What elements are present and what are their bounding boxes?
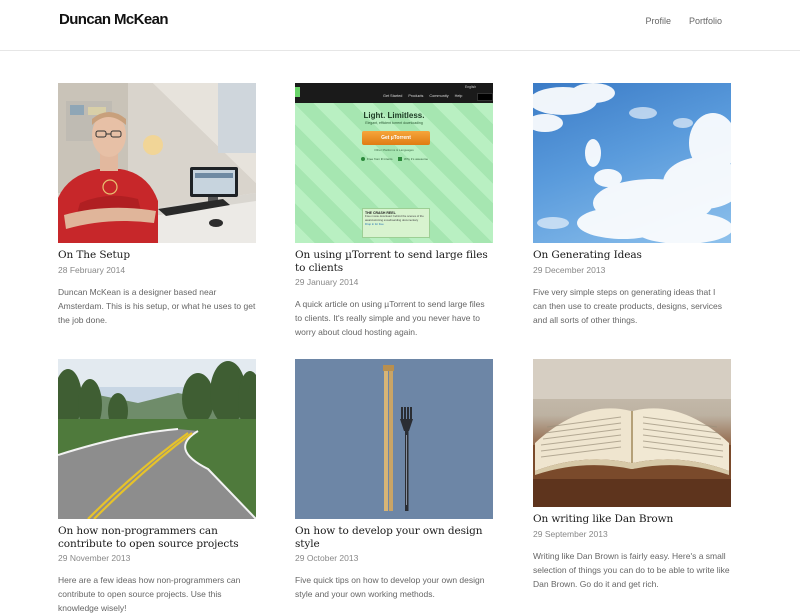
utorrent-subheadline: Elegant, efficient torrent downloading: [365, 121, 423, 125]
post-title[interactable]: On Generating Ideas: [533, 249, 731, 262]
utorrent-nav-item: Help: [454, 94, 463, 98]
check-icon: [361, 157, 365, 162]
utorrent-language: English: [465, 85, 477, 89]
post-date: 28 February 2014: [58, 264, 126, 275]
main-nav: Profile Portfolio: [645, 15, 722, 27]
post-thumbnail-ideas[interactable]: [533, 83, 731, 243]
utorrent-nav-item: Get Started: [383, 94, 403, 98]
site-header: Duncan McKean Profile Portfolio: [0, 0, 800, 51]
curving-road-photo: [58, 359, 256, 519]
utorrent-platforms-link: Other Platforms & Languages: [374, 148, 414, 152]
blue-sky-clouds-photo: [533, 83, 731, 243]
utorrent-nav-item: Community: [429, 94, 449, 98]
utorrent-download-button: Get µTorrent: [362, 131, 430, 145]
utorrent-promo-box: THE CRASH REEL Free movie download: behi…: [362, 208, 430, 238]
utorrent-logo: [295, 87, 300, 97]
post-thumbnail-open-source[interactable]: [58, 359, 256, 519]
post-date: 29 October 2013: [295, 553, 359, 563]
post-excerpt: A quick article on using µTorrent to sen…: [295, 299, 485, 337]
utorrent-check-1: Free from ill intents: [361, 157, 393, 162]
post-excerpt: Duncan McKean is a designer based near A…: [58, 286, 256, 325]
utorrent-nav-item: Products: [408, 94, 424, 98]
utorrent-nav: Get Started Products Community Help: [383, 94, 462, 98]
chopsticks-and-fork-photo: [295, 359, 493, 519]
post-card-utorrent: Get Started Products Community Help Engl…: [295, 83, 493, 339]
utorrent-promo-link: Drop in for free: [365, 222, 384, 227]
post-card-dan-brown: On writing like Dan Brown 29 September 2…: [533, 359, 731, 591]
post-date: 29 November 2013: [58, 553, 131, 563]
post-excerpt: Five very simple steps on generating ide…: [533, 286, 722, 325]
open-book-photo: [533, 359, 731, 507]
post-card-setup: On The Setup 28 February 2014 Duncan McK…: [58, 83, 256, 327]
post-date: 29 September 2013: [533, 528, 608, 539]
utorrent-topbar: Get Started Products Community Help Engl…: [295, 83, 493, 103]
post-excerpt: Writing like Dan Brown is fairly easy. H…: [533, 550, 730, 589]
post-thumbnail-utorrent[interactable]: Get Started Products Community Help Engl…: [295, 83, 493, 243]
utorrent-check-2: Why it's awesome: [398, 157, 429, 162]
nav-link-profile[interactable]: Profile: [645, 15, 671, 27]
post-title[interactable]: On how non-programmers can contribute to…: [58, 525, 256, 550]
post-card-open-source: On how non-programmers can contribute to…: [58, 359, 256, 615]
post-card-ideas: On Generating Ideas 29 December 2013 Fiv…: [533, 83, 731, 327]
post-title[interactable]: On The Setup: [58, 249, 256, 262]
post-thumbnail-design-style[interactable]: [295, 359, 493, 519]
nav-link-portfolio[interactable]: Portfolio: [689, 15, 722, 27]
post-excerpt: Here are a few ideas how non-programmers…: [58, 575, 241, 613]
post-date: 29 December 2013: [533, 264, 606, 275]
post-thumbnail-setup[interactable]: [58, 83, 256, 243]
post-card-design-style: On how to develop your own design style …: [295, 359, 493, 601]
man-at-desk-photo: [58, 83, 256, 243]
utorrent-check-text: Why it's awesome: [404, 157, 429, 161]
utorrent-check-text: Free from ill intents: [367, 157, 393, 161]
site-title-link[interactable]: Duncan McKean: [59, 10, 168, 30]
post-title[interactable]: On using µTorrent to send large files to…: [295, 249, 493, 274]
utorrent-promo-text: Free movie download: behind the scenes o…: [365, 214, 424, 222]
post-thumbnail-dan-brown[interactable]: [533, 359, 731, 507]
post-title[interactable]: On how to develop your own design style: [295, 525, 493, 550]
utorrent-search-box: [477, 93, 493, 101]
post-date: 29 January 2014: [295, 277, 359, 287]
post-excerpt: Five quick tips on how to develop your o…: [295, 575, 485, 599]
post-title[interactable]: On writing like Dan Brown: [533, 513, 731, 526]
check-icon: [398, 157, 402, 162]
utorrent-headline: Light. Limitless.: [363, 111, 425, 120]
